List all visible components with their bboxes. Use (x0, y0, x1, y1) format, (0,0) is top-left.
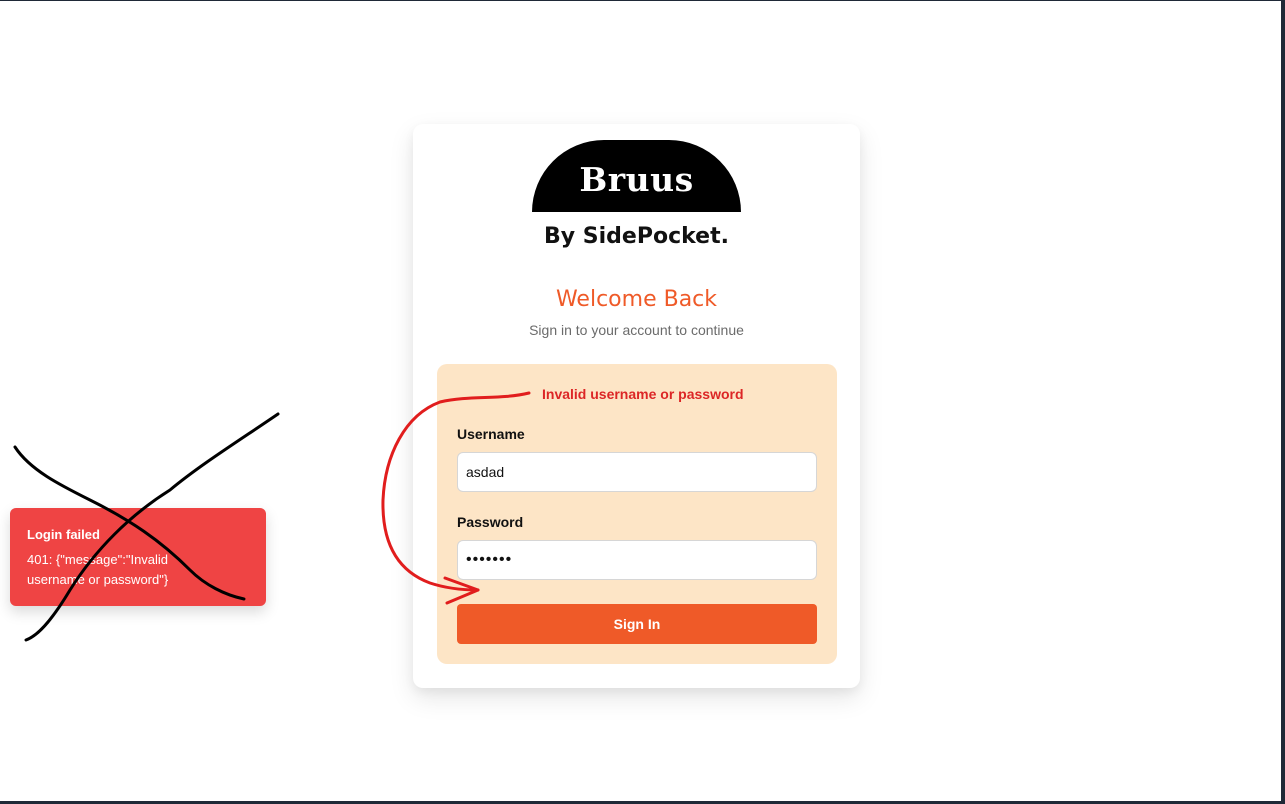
brand-logo: Bruus (532, 140, 741, 212)
window-border-top (0, 0, 1285, 1)
form-error-message: Invalid username or password (542, 386, 744, 402)
username-input[interactable] (457, 452, 817, 492)
error-toast[interactable]: Login failed 401: {"message":"Invalid us… (10, 508, 266, 606)
password-input[interactable] (457, 540, 817, 580)
window-border-right (1281, 0, 1285, 804)
page-title: Welcome Back (555, 287, 718, 312)
login-card: Bruus By SidePocket. Welcome Back Sign i… (413, 124, 860, 688)
password-label: Password (457, 514, 524, 530)
login-form: Invalid username or password Username Pa… (437, 364, 837, 664)
brand-logo-text: Bruus (579, 160, 694, 199)
toast-title: Login failed (27, 527, 100, 542)
username-label: Username (457, 426, 525, 442)
page-subtitle: Sign in to your account to continue (529, 322, 744, 338)
sign-in-button[interactable]: Sign In (457, 604, 817, 644)
toast-message: 401: {"message":"Invalid username or pas… (27, 552, 169, 587)
brand-tagline: By SidePocket. (544, 224, 729, 249)
